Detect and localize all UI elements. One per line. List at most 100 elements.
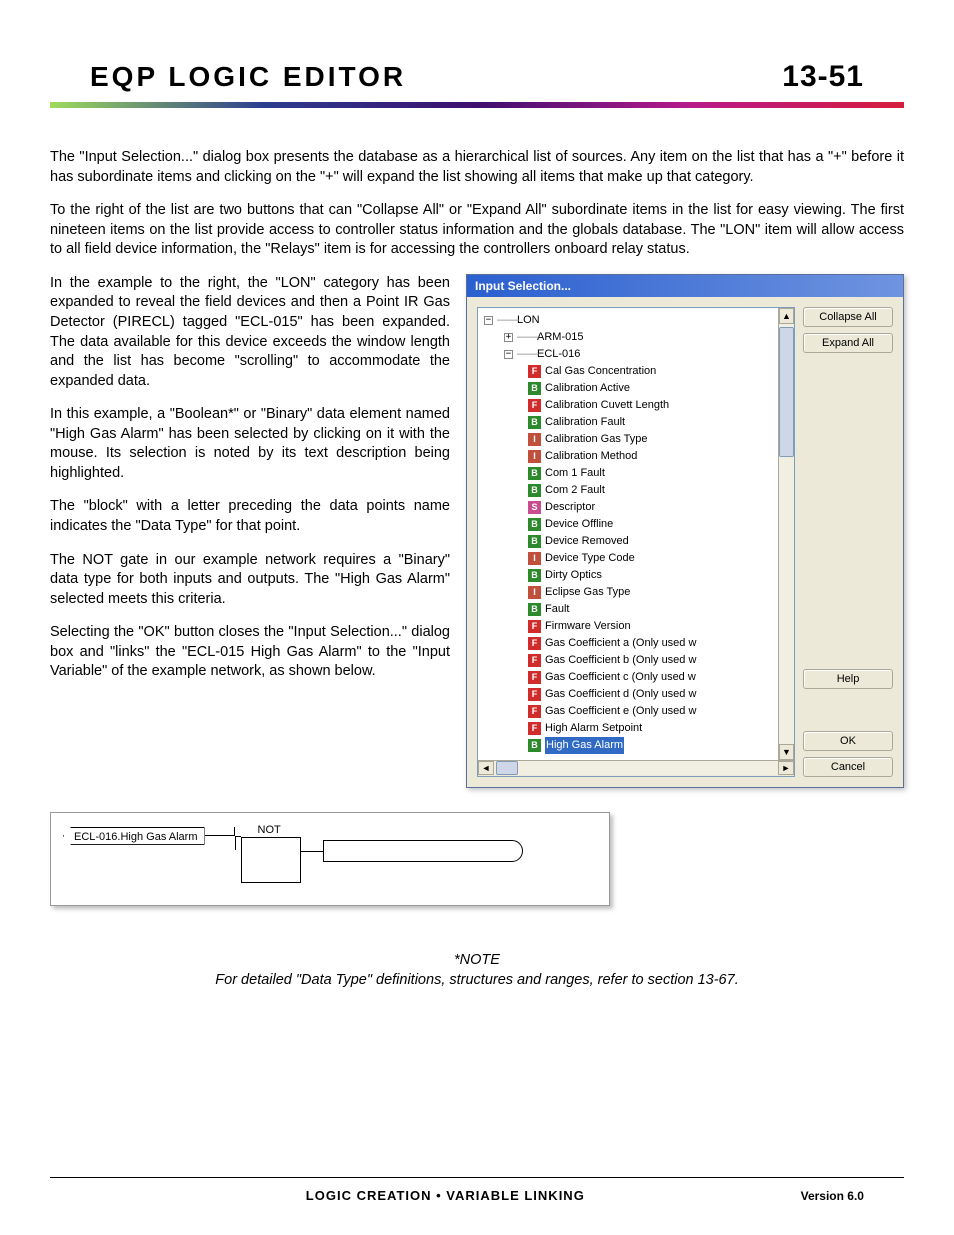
tree-leaf-item[interactable]: FHigh Alarm Setpoint — [480, 720, 792, 737]
vertical-scrollbar[interactable]: ▲ ▼ — [778, 308, 794, 760]
tree-leaf-label: High Alarm Setpoint — [545, 720, 642, 737]
tree-leaf-item[interactable]: F Gas Coefficient b (Only used w — [480, 652, 792, 669]
data-type-badge-icon: I — [528, 450, 541, 463]
page-footer: LOGIC CREATION • VARIABLE LINKING Versio… — [50, 1177, 904, 1203]
paragraph: To the right of the list are two buttons… — [50, 201, 904, 260]
collapse-icon[interactable]: − — [484, 316, 493, 325]
data-type-badge-icon: B — [528, 518, 541, 531]
collapse-icon[interactable]: − — [504, 350, 513, 359]
data-type-badge-icon: B — [528, 416, 541, 429]
tree-leaf-label: Gas Coefficient e (Only used w — [545, 703, 696, 720]
tree-leaf-item[interactable]: I Eclipse Gas Type — [480, 584, 792, 601]
collapse-all-button[interactable]: Collapse All — [803, 307, 893, 327]
header-divider — [50, 102, 904, 108]
data-type-badge-icon: F — [528, 620, 541, 633]
tree-leaf-item[interactable]: B Fault — [480, 601, 792, 618]
dialog-title: Input Selection... — [467, 275, 903, 297]
tree-leaf-item[interactable]: I Device Type Code — [480, 550, 792, 567]
expand-icon[interactable]: + — [504, 333, 513, 342]
footer-center-text: LOGIC CREATION • VARIABLE LINKING — [306, 1188, 585, 1203]
tree-leaf-label: Gas Coefficient b (Only used w — [545, 652, 696, 669]
scroll-up-icon[interactable]: ▲ — [779, 308, 794, 324]
tree-leaf-item[interactable]: I Calibration Method — [480, 448, 792, 465]
tree-leaf-label: Descriptor — [545, 499, 595, 516]
scroll-left-icon[interactable]: ◄ — [478, 761, 494, 775]
note-heading: *NOTE — [50, 950, 904, 970]
tree-leaf-item[interactable]: F Gas Coefficient d (Only used w — [480, 686, 792, 703]
input-selection-dialog: Input Selection... − —— LON — [466, 274, 904, 788]
expand-all-button[interactable]: Expand All — [803, 333, 893, 353]
tree-leaf-label: Calibration Active — [545, 380, 630, 397]
ok-button[interactable]: OK — [803, 731, 893, 751]
tree-leaf-label: Firmware Version — [545, 618, 631, 635]
tree-leaf-label: Gas Coefficient c (Only used w — [545, 669, 696, 686]
tree-leaf-label: Calibration Gas Type — [545, 431, 648, 448]
data-type-badge-icon: I — [528, 586, 541, 599]
data-type-badge-icon: F — [528, 399, 541, 412]
data-type-badge-icon: S — [528, 501, 541, 514]
paragraph: Selecting the "OK" button closes the "In… — [50, 623, 450, 682]
cancel-button[interactable]: Cancel — [803, 757, 893, 777]
data-type-badge-icon: F — [528, 365, 541, 378]
tree-node-lon[interactable]: − —— LON — [480, 312, 792, 329]
help-button[interactable]: Help — [803, 669, 893, 689]
output-variable-block — [323, 840, 523, 862]
tree-leaf-item[interactable]: B Calibration Fault — [480, 414, 792, 431]
tree-leaf-label: Device Offline — [545, 516, 613, 533]
data-type-badge-icon: B — [528, 535, 541, 548]
scroll-down-icon[interactable]: ▼ — [779, 744, 794, 760]
tree-label: LON — [517, 312, 540, 329]
paragraph: In this example, a "Boolean*" or "Binary… — [50, 405, 450, 483]
tree-leaf-label: Device Removed — [545, 533, 629, 550]
tree-leaf-item[interactable]: FGas Coefficient a (Only used w — [480, 635, 792, 652]
tree-node-arm015[interactable]: + —— ARM-015 — [480, 329, 792, 346]
data-type-badge-icon: B — [528, 382, 541, 395]
tree-leaf-label: Calibration Fault — [545, 414, 625, 431]
data-type-badge-icon: F — [528, 654, 541, 667]
scroll-thumb[interactable] — [779, 327, 794, 457]
tree-leaf-item[interactable]: F Gas Coefficient c (Only used w — [480, 669, 792, 686]
tree-leaf-item[interactable]: S Descriptor — [480, 499, 792, 516]
data-type-badge-icon: B — [528, 467, 541, 480]
data-type-badge-icon: F — [528, 688, 541, 701]
data-type-badge-icon: I — [528, 552, 541, 565]
tree-leaf-item[interactable]: F Calibration Cuvett Length — [480, 397, 792, 414]
tree-node-ecl016[interactable]: − —— ECL-016 — [480, 346, 792, 363]
paragraph: In the example to the right, the "LON" c… — [50, 274, 450, 391]
scroll-right-icon[interactable]: ► — [778, 761, 794, 775]
tree-leaf-item[interactable]: B Device Removed — [480, 533, 792, 550]
tree-leaf-item[interactable]: B Calibration Active — [480, 380, 792, 397]
paragraph: The "block" with a letter preceding the … — [50, 497, 450, 536]
tree-view[interactable]: − —— LON + —— ARM-015 — [477, 307, 795, 777]
tree-leaf-item[interactable]: F Gas Coefficient e (Only used w — [480, 703, 792, 720]
tree-leaf-label: Device Type Code — [545, 550, 635, 567]
tree-leaf-item[interactable]: BCom 2 Fault — [480, 482, 792, 499]
input-variable-block: ECL-016.High Gas Alarm — [63, 827, 205, 845]
tree-leaf-label: Calibration Method — [545, 448, 637, 465]
data-type-badge-icon: B — [528, 569, 541, 582]
tree-leaf-item[interactable]: BDirty Optics — [480, 567, 792, 584]
note-block: *NOTE For detailed "Data Type" definitio… — [50, 950, 904, 991]
tree-leaf-label: Gas Coefficient a (Only used w — [545, 635, 696, 652]
page-title: Eqp Logic Editor — [90, 61, 406, 93]
gate-label: NOT — [258, 824, 281, 836]
data-type-badge-icon: B — [528, 603, 541, 616]
horizontal-scrollbar[interactable]: ◄ ► — [478, 760, 794, 776]
tree-leaf-item[interactable]: BHigh Gas Alarm — [480, 737, 792, 754]
not-gate-block: NOT — [241, 837, 301, 883]
tree-leaf-label: Com 2 Fault — [545, 482, 605, 499]
tree-leaf-label: Eclipse Gas Type — [545, 584, 630, 601]
tree-leaf-label: Fault — [545, 601, 569, 618]
tree-label: ECL-016 — [537, 346, 580, 363]
tree-leaf-label: Gas Coefficient d (Only used w — [545, 686, 696, 703]
tree-leaf-item[interactable]: B Device Offline — [480, 516, 792, 533]
page-number: 13-51 — [782, 60, 864, 94]
tree-leaf-label: Calibration Cuvett Length — [545, 397, 669, 414]
scroll-thumb[interactable] — [496, 761, 518, 775]
tree-leaf-item[interactable]: FCal Gas Concentration — [480, 363, 792, 380]
tree-leaf-item[interactable]: F Firmware Version — [480, 618, 792, 635]
tree-leaf-item[interactable]: ICalibration Gas Type — [480, 431, 792, 448]
data-type-badge-icon: F — [528, 671, 541, 684]
tree-leaf-item[interactable]: BCom 1 Fault — [480, 465, 792, 482]
data-type-badge-icon: F — [528, 705, 541, 718]
